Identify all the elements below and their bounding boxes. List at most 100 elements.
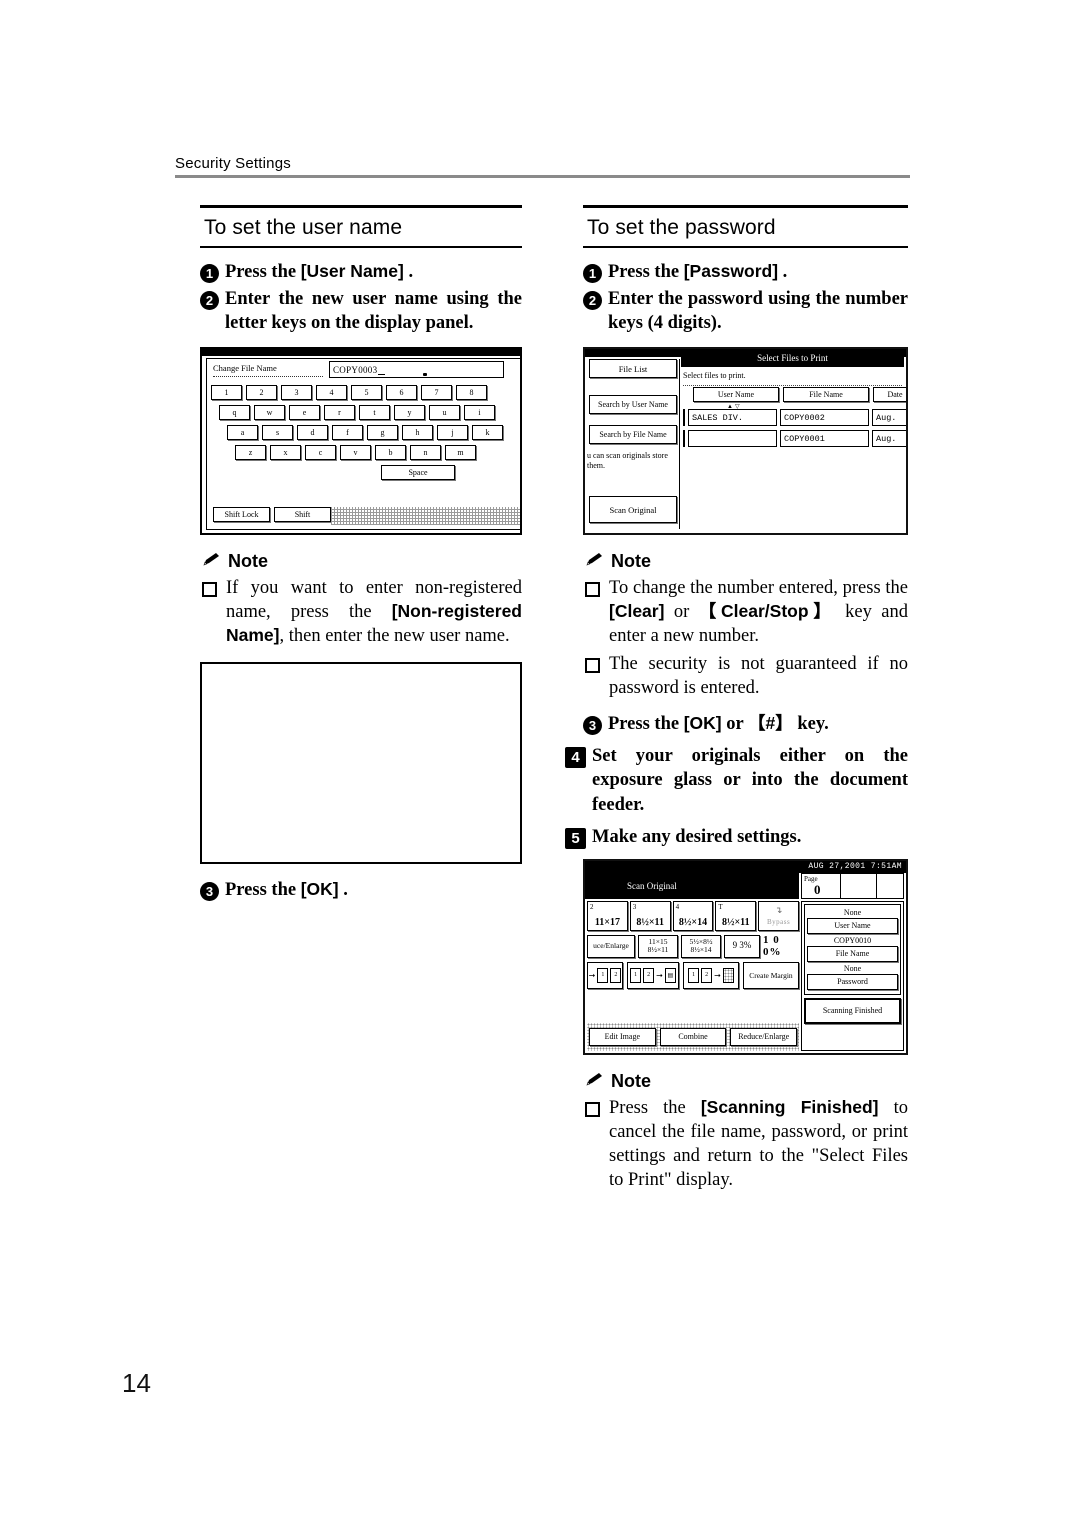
- paper-tray-button-t[interactable]: T 8½×11: [715, 900, 757, 931]
- page-icon-1: 1: [688, 967, 700, 983]
- tab-combine[interactable]: Combine: [659, 1027, 727, 1046]
- paper-tray-button-4[interactable]: 4 8½×14: [672, 900, 714, 931]
- key-shift-lock[interactable]: Shift Lock: [213, 507, 270, 523]
- key-n[interactable]: n: [410, 445, 441, 461]
- key-i[interactable]: i: [464, 405, 495, 421]
- key-q[interactable]: q: [219, 405, 250, 421]
- text-caret: [378, 374, 386, 376]
- key-label-clear: [Clear]: [609, 601, 665, 622]
- bottom-tab-bar: Edit Image Combine Reduce/Enlarge: [587, 1022, 799, 1051]
- keyboard-row-numbers: 1 2 3 4 5 6 7 8: [211, 385, 487, 401]
- step-text-post: key.: [792, 714, 829, 735]
- tray-size: 8½×11: [636, 916, 665, 928]
- row-checkbox[interactable]: [683, 409, 685, 427]
- step-text: Press the [Password] .: [608, 260, 908, 284]
- page-icon-3: ▤: [664, 967, 676, 983]
- button-file-name[interactable]: File Name: [807, 945, 898, 962]
- button-user-name[interactable]: User Name: [807, 917, 898, 934]
- pencil-icon: [202, 551, 221, 572]
- key-e[interactable]: e: [289, 405, 320, 421]
- key-5[interactable]: 5: [351, 385, 382, 401]
- ratio-button-93[interactable]: 9 3%: [724, 934, 760, 958]
- duplex-button-1[interactable]: ➞ 1 2: [587, 961, 623, 989]
- tab-reduce-enlarge[interactable]: Reduce/Enlarge: [730, 1027, 798, 1046]
- key-shift[interactable]: Shift: [274, 507, 331, 523]
- key-c[interactable]: c: [305, 445, 336, 461]
- row-checkbox[interactable]: [683, 430, 685, 448]
- file-name-input[interactable]: COPY0003: [329, 361, 504, 379]
- key-r[interactable]: r: [324, 405, 355, 421]
- key-7[interactable]: 7: [421, 385, 452, 401]
- table-row[interactable]: COPY0001 Aug. 27: [683, 430, 906, 448]
- step-text: Enter the new user name using the letter…: [225, 289, 522, 334]
- paper-tray-button-3[interactable]: 3 8½×11: [629, 900, 671, 931]
- ratio-button-1[interactable]: 11×15 8½×11: [638, 934, 678, 958]
- combine-button[interactable]: 1 2 ➞: [683, 961, 739, 989]
- key-v[interactable]: v: [340, 445, 371, 461]
- tab-file-list[interactable]: File List: [589, 359, 677, 379]
- step-number-badge: 4: [565, 747, 586, 769]
- key-j[interactable]: j: [437, 425, 468, 441]
- key-a[interactable]: a: [227, 425, 258, 441]
- key-6[interactable]: 6: [386, 385, 417, 401]
- bypass-tray-button[interactable]: ↴ Bypass: [758, 900, 799, 931]
- button-search-by-user-name[interactable]: Search by User Name: [589, 395, 677, 415]
- key-b[interactable]: b: [375, 445, 406, 461]
- shift-keys-group: Shift Lock Shift: [213, 507, 331, 523]
- reduce-enlarge-row: uce/Enlarge 11×15 8½×11 5½×8½ 8½×14 9 3%…: [587, 934, 799, 959]
- column-header-file-name[interactable]: File Name: [783, 387, 869, 403]
- key-z[interactable]: z: [235, 445, 266, 461]
- tab-edit-image[interactable]: Edit Image: [589, 1027, 656, 1046]
- column-header-date[interactable]: Date: [873, 387, 906, 403]
- section-rule-bottom: [200, 246, 522, 248]
- key-s[interactable]: s: [262, 425, 293, 441]
- page-icon-2: 2: [701, 967, 713, 983]
- step-number-badge: 2: [200, 291, 219, 311]
- key-k[interactable]: k: [472, 425, 503, 441]
- page-counter-cell-3: [877, 874, 903, 898]
- page-icon-2: 2: [643, 967, 655, 983]
- step-text-pre: Press the: [225, 262, 301, 282]
- create-margin-button[interactable]: Create Margin: [743, 961, 799, 989]
- key-8[interactable]: 8: [456, 385, 487, 401]
- cell-date: Aug. 27: [872, 430, 906, 448]
- key-m[interactable]: m: [445, 445, 476, 461]
- button-search-by-file-name[interactable]: Search by File Name: [589, 425, 677, 445]
- duplex-combine-row: ➞ 1 2 1 2 ➞ ▤ 1 2 ➞ Create Margin: [587, 961, 799, 989]
- key-d[interactable]: d: [297, 425, 328, 441]
- paper-tray-button-2[interactable]: 2 11×17: [587, 900, 628, 931]
- key-y[interactable]: y: [394, 405, 425, 421]
- key-u[interactable]: u: [429, 405, 460, 421]
- cell-file-name: COPY0001: [780, 430, 869, 448]
- step-text-pre: Press the: [608, 714, 684, 735]
- page-icon-grid: [722, 967, 734, 983]
- button-scan-original[interactable]: Scan Original: [589, 496, 677, 524]
- button-password[interactable]: Password: [807, 973, 898, 990]
- page-number: 14: [122, 1368, 151, 1398]
- bypass-label: Bypass: [766, 917, 791, 926]
- table-row[interactable]: SALES DIV. COPY0002 Aug. 27: [683, 409, 906, 427]
- key-w[interactable]: w: [254, 405, 285, 421]
- key-t[interactable]: t: [359, 405, 390, 421]
- key-space[interactable]: Space: [381, 465, 455, 481]
- key-x[interactable]: x: [270, 445, 301, 461]
- key-1[interactable]: 1: [211, 385, 242, 401]
- note-bullet-icon: [585, 582, 600, 598]
- key-2[interactable]: 2: [246, 385, 277, 401]
- step-number-badge: 1: [583, 264, 602, 283]
- key-4[interactable]: 4: [316, 385, 347, 401]
- reduce-enlarge-button[interactable]: uce/Enlarge: [587, 934, 635, 958]
- column-header-user-name[interactable]: User Name: [693, 387, 779, 403]
- cell-date: Aug. 27: [872, 409, 906, 427]
- pencil-icon: [585, 1071, 604, 1092]
- key-g[interactable]: g: [367, 425, 398, 441]
- step-text: Make any desired settings.: [592, 826, 802, 847]
- key-f[interactable]: f: [332, 425, 363, 441]
- key-h[interactable]: h: [402, 425, 433, 441]
- button-scanning-finished[interactable]: Scanning Finished: [804, 997, 901, 1024]
- key-3[interactable]: 3: [281, 385, 312, 401]
- lcd-top-black-bar: [202, 349, 520, 357]
- ratio-button-2[interactable]: 5½×8½ 8½×14: [681, 934, 721, 958]
- change-file-name-label: Change File Name: [213, 363, 277, 374]
- duplex-button-2[interactable]: 1 2 ➞ ▤: [627, 961, 679, 989]
